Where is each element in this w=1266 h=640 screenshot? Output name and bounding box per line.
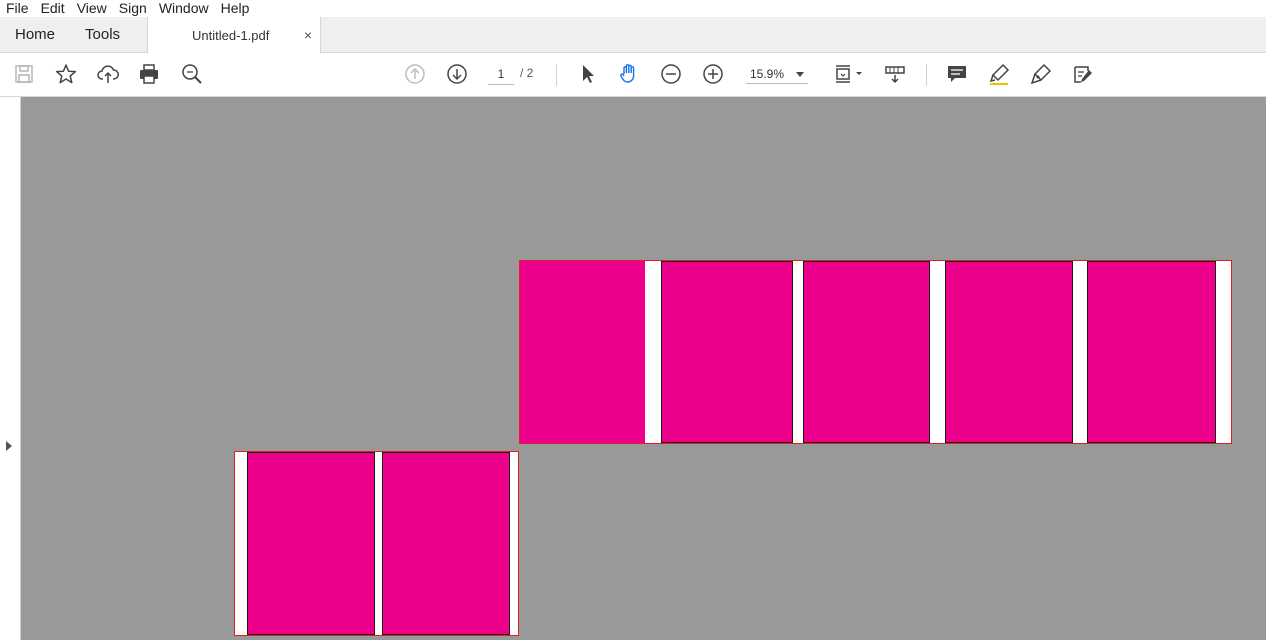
tab-home[interactable]: Home (0, 17, 70, 52)
toolbar-divider (556, 64, 557, 86)
magenta-panel (520, 261, 645, 443)
zoom-search-icon[interactable] (180, 62, 204, 86)
edit-pdf-icon[interactable] (1071, 62, 1095, 86)
magenta-panel (247, 452, 375, 635)
menu-help[interactable]: Help (215, 0, 256, 17)
page-fit-icon[interactable] (832, 62, 864, 86)
tab-bar: Home Tools Untitled-1.pdf × (0, 17, 1266, 53)
hand-icon[interactable] (617, 62, 641, 86)
toolbar-divider (926, 64, 927, 86)
page-up-icon[interactable] (403, 62, 427, 86)
menu-view[interactable]: View (71, 0, 113, 17)
sign-pen-icon[interactable] (1029, 62, 1053, 86)
pointer-icon[interactable] (576, 62, 600, 86)
menu-sign[interactable]: Sign (113, 0, 153, 17)
save-icon[interactable] (12, 62, 36, 86)
tab-tools[interactable]: Tools (70, 17, 135, 52)
toolbar: / 2 15.9% (0, 53, 1266, 97)
magenta-panel (1087, 261, 1216, 443)
page-number-input[interactable] (488, 64, 514, 85)
star-icon[interactable] (54, 62, 78, 86)
zoom-level-value: 15.9% (750, 66, 785, 81)
zoom-out-icon[interactable] (659, 62, 683, 86)
comment-icon[interactable] (945, 62, 969, 86)
menu-file[interactable]: File (0, 0, 35, 17)
zoom-level-dropdown[interactable]: 15.9% (746, 64, 808, 84)
magenta-panel (661, 261, 793, 443)
scroll-mode-icon[interactable] (883, 62, 907, 86)
document-tab-title: Untitled-1.pdf (192, 27, 270, 43)
highlighter-icon[interactable] (987, 62, 1011, 86)
magenta-panel (945, 261, 1073, 443)
tab-document[interactable]: Untitled-1.pdf × (147, 17, 322, 53)
cloud-upload-icon[interactable] (96, 62, 120, 86)
magenta-panel (382, 452, 510, 635)
chevron-down-icon (796, 67, 804, 81)
print-icon[interactable] (137, 62, 161, 86)
close-tab-icon[interactable]: × (304, 27, 312, 43)
menu-bar: File Edit View Sign Window Help (0, 0, 1266, 17)
page-total-label: / 2 (520, 66, 534, 80)
menu-edit[interactable]: Edit (35, 0, 71, 17)
zoom-in-icon[interactable] (701, 62, 725, 86)
navigation-pane (0, 97, 21, 640)
document-canvas[interactable] (21, 97, 1266, 640)
pdf-page-1 (519, 260, 1232, 444)
page-down-icon[interactable] (445, 62, 469, 86)
menu-window[interactable]: Window (153, 0, 215, 17)
pdf-page-2 (234, 451, 519, 636)
magenta-panel (803, 261, 930, 443)
expand-pane-icon[interactable] (6, 441, 12, 451)
